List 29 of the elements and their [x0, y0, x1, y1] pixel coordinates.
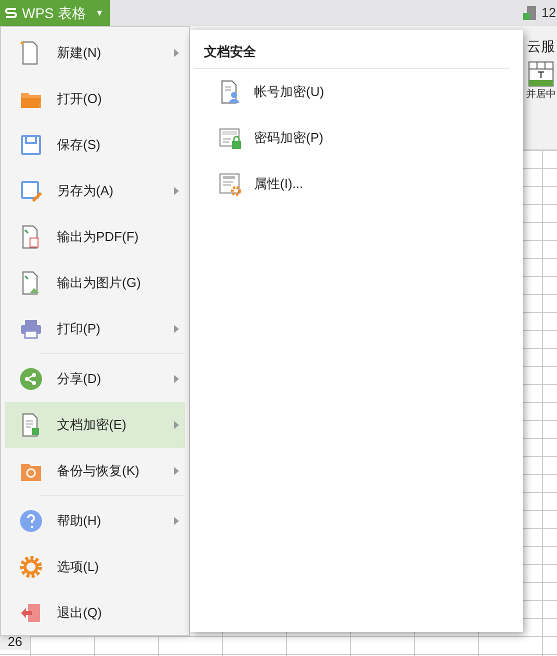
menu-item[interactable]: 备份与恢复(K)	[5, 448, 185, 494]
menu-item[interactable]: 打开(O)	[5, 76, 185, 122]
menu-item[interactable]: 帮助(H)	[5, 498, 185, 544]
menu-item[interactable]: 选项(L)	[5, 544, 185, 590]
menu-item[interactable]: 打印(P)	[5, 306, 185, 352]
ribbon-label: 并居中	[526, 88, 556, 102]
submenu-item[interactable]: 帐号加密(U)	[194, 68, 519, 114]
logo-icon	[4, 6, 18, 20]
menu-item[interactable]: 输出为PDF(F)	[5, 214, 185, 260]
menu-item[interactable]: 新建(N)	[5, 30, 185, 76]
submenu-item[interactable]: 属性(I)...	[194, 160, 519, 206]
document-gear-icon	[218, 172, 242, 196]
submenu-title: 文档安全	[194, 42, 509, 68]
printer-icon	[19, 317, 43, 341]
file-count: 12	[542, 4, 557, 22]
menu-item[interactable]: 分享(D)	[5, 356, 185, 402]
settings-icon	[19, 555, 43, 579]
password-lock-icon	[218, 126, 242, 150]
share-icon	[19, 367, 43, 391]
menu-item[interactable]: 输出为图片(G)	[5, 260, 185, 306]
menu-item[interactable]: 另存为(A)	[5, 168, 185, 214]
exit-icon	[19, 601, 43, 625]
help-icon	[19, 509, 43, 533]
menu-item[interactable]: 文档加密(E)	[5, 402, 185, 448]
menu-item[interactable]: 保存(S)	[5, 122, 185, 168]
submenu-item[interactable]: 密码加密(P)	[194, 114, 519, 160]
document-icon	[522, 5, 538, 21]
merge-cells-icon[interactable]	[528, 61, 554, 87]
ribbon-tab[interactable]: 云服	[527, 36, 557, 57]
